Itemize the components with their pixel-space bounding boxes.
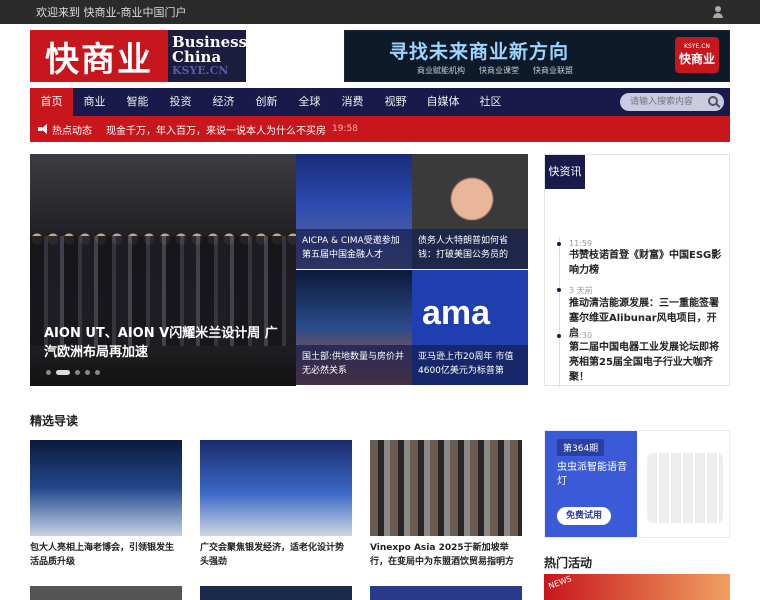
feature-tile[interactable]: ama 亚马逊上市20周年 市值4600亿美元为标普第 (412, 270, 528, 385)
main-nav: 首页 商业 智能 投资 经济 创新 全球 消费 视野 自媒体 社区 (30, 88, 730, 116)
nav-item-consumer[interactable]: 消费 (331, 88, 374, 116)
nav-item-ai[interactable]: 智能 (116, 88, 159, 116)
news-title[interactable]: 书赞枝诺首登《财富》中国ESG影响力榜 (569, 248, 725, 278)
banner-link: 快商业课堂 (479, 66, 519, 75)
tile-caption: 债务人大特朗普如何省钱：打破美国公务员的 (412, 229, 528, 269)
ad-product-image (647, 453, 723, 523)
news-badge: NEWS (547, 574, 573, 591)
slider-dots (46, 370, 100, 375)
banner-badge-top: KSYE.CN (684, 43, 710, 50)
welcome-text: 欢迎来到 快商业-商业中国门户 (36, 6, 187, 19)
featured-card[interactable]: Vinexpo Asia 2025于新加坡举行，在变局中为东盟酒饮贸易指明方 (370, 440, 522, 569)
card-image[interactable] (370, 586, 522, 600)
ad-title: 虫虫派智能语音灯 (557, 462, 627, 487)
news-item[interactable]: 15:30 第二届中国电器工业发展论坛即将亮相第25届全国电子行业大咖齐聚！ (557, 331, 725, 385)
card-image[interactable] (200, 440, 352, 536)
featured-card[interactable]: 包大人亮相上海老博会，引领银发生活品质升级 (30, 440, 182, 569)
logo-en-line2: China (172, 48, 222, 66)
banner-title: 寻找未来商业新方向 (389, 41, 570, 63)
side-ad[interactable]: 第364期 虫虫派智能语音灯 免费试用 (544, 430, 730, 538)
news-time: 11:59 (569, 239, 593, 248)
nav-item-economy[interactable]: 经济 (202, 88, 245, 116)
news-title[interactable]: 第二届中国电器工业发展论坛即将亮相第25届全国电子行业大咖齐聚！ (569, 340, 725, 385)
card-image[interactable] (200, 586, 352, 600)
logo-cn: 快商业 (30, 30, 168, 82)
slider-dot[interactable] (75, 370, 80, 375)
amazon-logo: ama (422, 294, 491, 332)
card-title[interactable]: 广交会聚焦银发经济，适老化设计势头强劲 (200, 541, 352, 569)
nav-item-business[interactable]: 商业 (73, 88, 116, 116)
nav-item-global[interactable]: 全球 (288, 88, 331, 116)
slider-dot[interactable] (95, 370, 100, 375)
feature-tile[interactable]: 债务人大特朗普如何省钱：打破美国公务员的 (412, 154, 528, 269)
nav-item-innovation[interactable]: 创新 (245, 88, 288, 116)
banner-badge: KSYE.CN 快商业 (675, 37, 719, 73)
tile-caption: 亚马逊上市20周年 市值4600亿美元为标普第 (412, 345, 528, 385)
ad-issue: 第364期 (557, 439, 605, 456)
slider-dot-active[interactable] (56, 370, 70, 375)
card-title[interactable]: 包大人亮相上海老博会，引领银发生活品质升级 (30, 541, 182, 569)
news-feed: 快资讯 11:59 书赞枝诺首登《财富》中国ESG影响力榜 3 天前 推动清洁能… (544, 154, 730, 387)
tile-caption: 国土部:供地数量与房价并无必然关系 (296, 345, 412, 385)
card-image[interactable] (30, 586, 182, 600)
logo-en-line3: KSYE.CN (172, 64, 229, 77)
news-tab[interactable]: 快资讯 (545, 155, 585, 189)
news-time: 15:30 (569, 331, 593, 340)
banner-link: 快商业联盟 (533, 66, 573, 75)
nav-item-home[interactable]: 首页 (30, 88, 73, 116)
banner-link: 商业赋能机构 (417, 66, 465, 75)
header-banner-ad[interactable]: 寻找未来商业新方向 商业赋能机构 快商业课堂 快商业联盟 KSYE.CN 快商业 (344, 30, 730, 82)
tile-caption: AICPA & CIMA受邀参加第五届中国金融人才 (296, 229, 412, 269)
ticker-time: 19:58 (332, 124, 358, 134)
banner-links: 商业赋能机构 快商业课堂 快商业联盟 (417, 65, 573, 76)
hot-activity-image[interactable]: NEWS (544, 574, 730, 600)
nav-item-vision[interactable]: 视野 (374, 88, 417, 116)
hot-ticker: 热点动态 现金千万，年入百万，来说一说本人为什么不买房 19:58 (30, 116, 730, 142)
banner-badge-main: 快商业 (678, 52, 715, 66)
section-title-hot: 热门活动 (544, 556, 593, 570)
slider-dot[interactable] (85, 370, 90, 375)
section-title-featured: 精选导读 (30, 414, 79, 428)
news-time: 3 天前 (569, 286, 593, 295)
logo-en: Business China KSYE.CN (168, 30, 247, 82)
hero-slide[interactable]: AION UT、AION V闪耀米兰设计周 广汽欧洲布局再加速 (30, 154, 296, 386)
card-image[interactable] (370, 440, 522, 536)
timeline-line (559, 237, 560, 387)
speaker-icon (38, 124, 48, 134)
top-bar: 欢迎来到 快商业-商业中国门户 (0, 0, 760, 24)
card-image[interactable] (30, 440, 182, 536)
slider-dot[interactable] (46, 370, 51, 375)
site-logo[interactable]: 快商业 Business China KSYE.CN (30, 30, 247, 82)
news-item[interactable]: 11:59 书赞枝诺首登《财富》中国ESG影响力榜 (557, 239, 725, 278)
feature-tile[interactable]: 国土部:供地数量与房价并无必然关系 (296, 270, 412, 385)
card-title[interactable]: Vinexpo Asia 2025于新加坡举行，在变局中为东盟酒饮贸易指明方 (370, 541, 522, 569)
featured-card[interactable]: 广交会聚焦银发经济，适老化设计势头强劲 (200, 440, 352, 569)
header: 快商业 Business China KSYE.CN 寻找未来商业新方向 商业赋… (0, 24, 760, 88)
nav-item-community[interactable]: 社区 (469, 88, 512, 116)
free-trial-button[interactable]: 免费试用 (557, 507, 611, 525)
feature-tile[interactable]: AICPA & CIMA受邀参加第五届中国金融人才 (296, 154, 412, 269)
nav-item-media[interactable]: 自媒体 (417, 88, 469, 116)
user-icon[interactable] (712, 6, 724, 18)
nav-item-invest[interactable]: 投资 (159, 88, 202, 116)
search-icon[interactable] (708, 96, 718, 106)
ticker-label: 热点动态 (52, 125, 92, 137)
hero-caption[interactable]: AION UT、AION V闪耀米兰设计周 广汽欧洲布局再加速 (44, 324, 284, 362)
ticker-headline[interactable]: 现金千万，年入百万，来说一说本人为什么不买房 (106, 122, 326, 137)
